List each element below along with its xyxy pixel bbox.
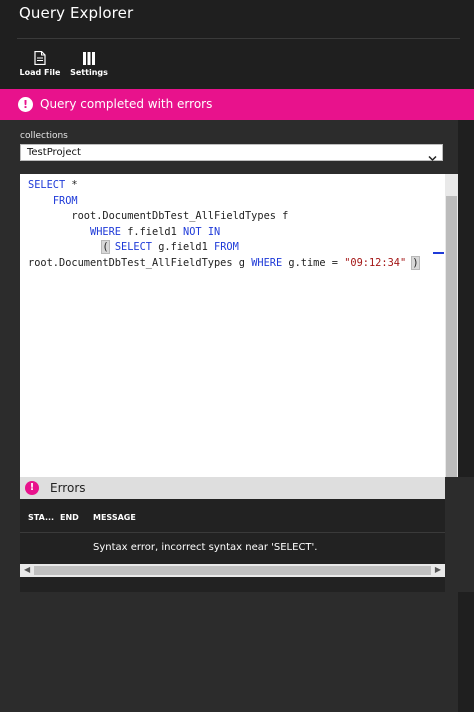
- load-file-label: Load File: [19, 68, 61, 77]
- collection-select[interactable]: TestProject: [20, 144, 443, 162]
- code-line: root.DocumentDbTest_AllFieldTypes g WHER…: [28, 255, 420, 270]
- side-rail: [458, 120, 474, 712]
- code-line: WHERE f.field1 NOT IN: [90, 225, 221, 238]
- column-header-end[interactable]: END: [60, 513, 79, 522]
- errors-panel: ! Errors STA... END MESSAGE Syntax error…: [0, 477, 474, 592]
- settings-button[interactable]: Settings: [66, 48, 112, 82]
- errors-header[interactable]: ! Errors: [20, 477, 445, 499]
- code-line: FROM: [52, 194, 78, 207]
- collections-label: collections: [20, 131, 68, 141]
- column-header-start[interactable]: STA...: [28, 513, 54, 522]
- scroll-thumb[interactable]: [34, 566, 431, 575]
- scroll-right-icon[interactable]: ▶: [435, 565, 441, 574]
- top-bar: Query Explorer Load File Settings: [0, 0, 474, 90]
- column-header-message[interactable]: MESSAGE: [93, 513, 136, 522]
- scroll-left-icon[interactable]: ◀: [24, 565, 30, 574]
- exclamation-icon: !: [25, 481, 39, 495]
- divider: [17, 38, 460, 39]
- errors-table: STA... END MESSAGE Syntax error, incorre…: [20, 499, 445, 592]
- status-banner: ! Query completed with errors: [0, 89, 474, 120]
- query-code: SELECT * FROM root.DocumentDbTest_AllFie…: [28, 178, 420, 271]
- app-title: Query Explorer: [19, 4, 134, 22]
- settings-label: Settings: [70, 68, 108, 77]
- errors-horizontal-scrollbar[interactable]: ◀ ▶: [20, 564, 445, 577]
- code-line: root.DocumentDbTest_AllFieldTypes f: [71, 210, 289, 222]
- columns-icon: [83, 50, 96, 69]
- text-cursor-marker: [433, 252, 444, 254]
- divider: [20, 532, 445, 533]
- code-line: SELECT *: [28, 179, 78, 191]
- exclamation-icon: !: [18, 97, 33, 112]
- code-line: ( SELECT g.field1 FROM: [101, 240, 239, 254]
- load-file-button[interactable]: Load File: [17, 48, 63, 82]
- error-message: Syntax error, incorrect syntax near 'SEL…: [93, 542, 318, 553]
- status-message: Query completed with errors: [40, 97, 213, 111]
- collection-selected-value: TestProject: [27, 147, 81, 158]
- errors-title: Errors: [50, 481, 86, 495]
- chevron-down-icon: [428, 148, 437, 167]
- query-panel: collections TestProject SELECT * FROM ro…: [0, 120, 474, 712]
- document-icon: [34, 50, 46, 69]
